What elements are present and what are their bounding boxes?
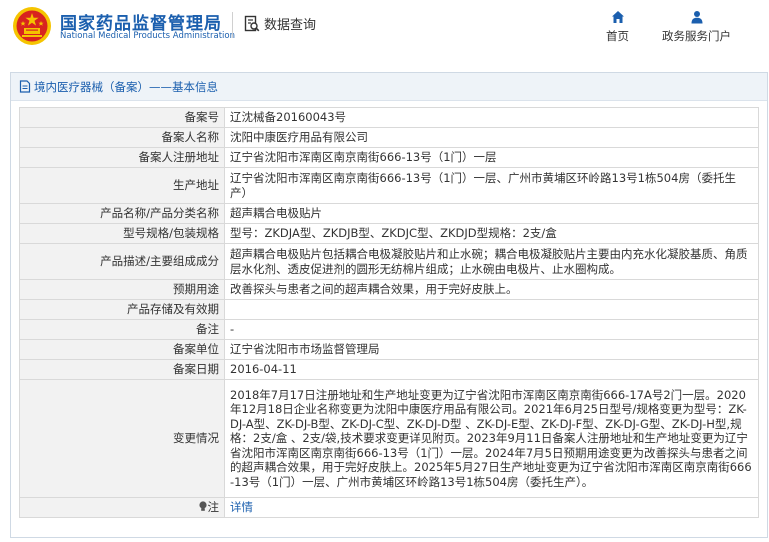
data-query-label: 数据查询 [264, 18, 317, 33]
field-label: 生产地址 [19, 167, 225, 204]
table-row: 备案单位 辽宁省沈阳市市场监督管理局 [19, 339, 759, 360]
table-row: 备案人注册地址 辽宁省沈阳市浑南区南京南街666-13号（1门）一层 [19, 147, 759, 168]
document-icon [19, 80, 31, 93]
field-value: 沈阳中康医疗用品有限公司 [224, 127, 759, 148]
note-value-cell: 详情 [224, 497, 759, 518]
field-value [224, 299, 759, 320]
table-row: 产品存储及有效期 [19, 299, 759, 320]
note-label-cell: 注 [19, 497, 225, 518]
data-query-link[interactable]: 数据查询 [244, 14, 316, 33]
table-row: 型号规格/包装规格 型号：ZKDJA型、ZKDJB型、ZKDJC型、ZKDJD型… [19, 223, 759, 244]
home-icon [611, 11, 624, 23]
national-emblem-icon [13, 7, 51, 45]
panel-title: 境内医疗器械（备案）——基本信息 [34, 79, 218, 94]
field-value: - [224, 319, 759, 340]
field-label: 备案人名称 [19, 127, 225, 148]
field-value: 辽宁省沈阳市市场监督管理局 [224, 339, 759, 360]
nav-home-label: 首页 [606, 29, 629, 43]
nav-service-portal[interactable]: 政务服务门户 [662, 10, 731, 44]
field-value: 改善探头与患者之间的超声耦合效果，用于完好皮肤上。 [224, 279, 759, 300]
field-value: 辽宁省沈阳市浑南区南京南街666-13号（1门）一层 [224, 147, 759, 168]
field-value: 超声耦合电极贴片 [224, 203, 759, 224]
header-divider [232, 12, 233, 38]
user-icon [691, 11, 702, 24]
field-value: 型号：ZKDJA型、ZKDJB型、ZKDJC型、ZKDJD型规格：2支/盒 [224, 223, 759, 244]
table-row: 产品描述/主要组成成分 超声耦合电极贴片包括耦合电极凝胶贴片和止水碗；耦合电极凝… [19, 243, 759, 280]
field-value: 2016-04-11 [224, 359, 759, 380]
details-link[interactable]: 详情 [230, 500, 253, 514]
field-label: 备案人注册地址 [19, 147, 225, 168]
lightbulb-icon [198, 501, 207, 512]
field-value: 辽宁省沈阳市浑南区南京南街666-13号（1门）一层、广州市黄埔区环岭路13号1… [224, 167, 759, 204]
nav-service-portal-label: 政务服务门户 [662, 29, 731, 43]
field-label: 备案号 [19, 107, 225, 128]
field-label: 备案单位 [19, 339, 225, 360]
site-header: 国家药品监督管理局 National Medical Products Admi… [0, 0, 769, 62]
field-label: 备注 [19, 319, 225, 340]
field-label: 产品存储及有效期 [19, 299, 225, 320]
field-label: 产品名称/产品分类名称 [19, 203, 225, 224]
table-row: 变更情况 2018年7月17日注册地址和生产地址变更为辽宁省沈阳市浑南区南京南街… [19, 379, 759, 498]
note-label: 注 [207, 500, 220, 515]
field-label: 产品描述/主要组成成分 [19, 243, 225, 280]
field-value: 超声耦合电极贴片包括耦合电极凝胶贴片和止水碗；耦合电极凝胶贴片主要由内充水化凝胶… [224, 243, 759, 280]
table-row: 备案号 辽沈械备20160043号 [19, 107, 759, 128]
panel-title-bar: 境内医疗器械（备案）——基本信息 [11, 73, 767, 101]
nav-home[interactable]: 首页 [606, 10, 629, 44]
field-value: 2018年7月17日注册地址和生产地址变更为辽宁省沈阳市浑南区南京南街666-1… [224, 379, 759, 498]
table-row: 备案人名称 沈阳中康医疗用品有限公司 [19, 127, 759, 148]
table-row: 产品名称/产品分类名称 超声耦合电极贴片 [19, 203, 759, 224]
record-detail-table: 备案号 辽沈械备20160043号 备案人名称 沈阳中康医疗用品有限公司 备案人… [19, 107, 759, 518]
site-subtitle: National Medical Products Administration [60, 31, 235, 41]
detail-panel: 境内医疗器械（备案）——基本信息 备案号 辽沈械备20160043号 备案人名称… [10, 72, 768, 538]
table-row: 备注 - [19, 319, 759, 340]
field-label: 变更情况 [19, 379, 225, 498]
table-row: 注 详情 [19, 497, 759, 518]
field-label: 型号规格/包装规格 [19, 223, 225, 244]
table-row: 备案日期 2016-04-11 [19, 359, 759, 380]
table-row: 生产地址 辽宁省沈阳市浑南区南京南街666-13号（1门）一层、广州市黄埔区环岭… [19, 167, 759, 204]
field-label: 备案日期 [19, 359, 225, 380]
document-search-icon [244, 15, 260, 31]
field-label: 预期用途 [19, 279, 225, 300]
field-value: 辽沈械备20160043号 [224, 107, 759, 128]
table-row: 预期用途 改善探头与患者之间的超声耦合效果，用于完好皮肤上。 [19, 279, 759, 300]
